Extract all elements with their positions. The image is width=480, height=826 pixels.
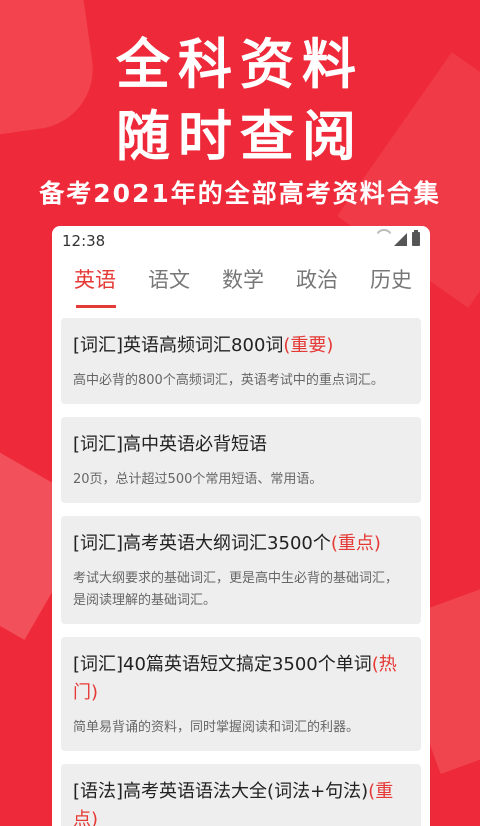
item-title: [语法]高考英语语法大全(词法+句法)(重点) <box>73 778 409 826</box>
tab-math[interactable]: 数学 <box>206 254 280 308</box>
promo-title-line1: 全科资料 <box>116 33 364 96</box>
list-item[interactable]: [词汇]高考英语大纲词汇3500个(重点) 考试大纲要求的基础词汇，更是高中生必… <box>61 516 421 624</box>
item-tag: (重要) <box>283 335 334 356</box>
signal-icon <box>394 232 407 246</box>
tab-chinese[interactable]: 语文 <box>132 254 206 308</box>
item-title: [词汇]高考英语大纲词汇3500个(重点) <box>73 530 409 558</box>
status-icons <box>375 230 420 246</box>
tab-english[interactable]: 英语 <box>52 254 132 308</box>
item-title-text: [语法]高考英语语法大全(词法+句法) <box>73 781 369 802</box>
item-title: [词汇]英语高频词汇800词(重要) <box>73 332 409 360</box>
status-time: 12:38 <box>62 232 106 250</box>
phone-screen: 12:38 英语 语文 数学 政治 历史 [词汇]英语高频词汇800词(重要) … <box>52 226 430 826</box>
item-description: 简单易背诵的资料，同时掌握阅读和词汇的利器。 <box>73 720 360 735</box>
status-bar: 12:38 <box>52 226 430 254</box>
item-title-text: [词汇]英语高频词汇800词 <box>73 335 284 356</box>
list-item[interactable]: [语法]高考英语语法大全(词法+句法)(重点) <box>61 764 421 826</box>
item-title-text: [词汇]40篇英语短文搞定3500个单词 <box>73 654 372 675</box>
item-title: [词汇]40篇英语短文搞定3500个单词(热门) <box>73 651 409 707</box>
tab-politics[interactable]: 政治 <box>280 254 354 308</box>
item-title-text: [词汇]高考英语大纲词汇3500个 <box>73 533 331 554</box>
promo-title-line2: 随时查阅 <box>116 105 364 168</box>
resource-list: [词汇]英语高频词汇800词(重要) 高中必背的800个高频词汇，英语考试中的重… <box>52 308 430 826</box>
subject-tabs: 英语 语文 数学 政治 历史 <box>52 254 430 308</box>
battery-icon <box>412 230 420 246</box>
wifi-icon <box>375 233 389 245</box>
tab-history[interactable]: 历史 <box>354 254 428 308</box>
item-description: 考试大纲要求的基础词汇，更是高中生必背的基础词汇，是阅读理解的基础词汇。 <box>73 571 399 608</box>
item-description: 20页，总计超过500个常用短语、常用语。 <box>73 472 323 487</box>
list-item[interactable]: [词汇]40篇英语短文搞定3500个单词(热门) 简单易背诵的资料，同时掌握阅读… <box>61 637 421 751</box>
item-description: 高中必背的800个高频词汇，英语考试中的重点词汇。 <box>73 373 384 388</box>
promo-subtitle: 备考2021年的全部高考资料合集 <box>39 179 441 208</box>
item-title-text: [词汇]高中英语必背短语 <box>73 434 268 455</box>
item-title: [词汇]高中英语必背短语 <box>73 431 409 459</box>
list-item[interactable]: [词汇]高中英语必背短语 20页，总计超过500个常用短语、常用语。 <box>61 417 421 503</box>
item-tag: (重点) <box>330 533 381 554</box>
list-item[interactable]: [词汇]英语高频词汇800词(重要) 高中必背的800个高频词汇，英语考试中的重… <box>61 318 421 404</box>
